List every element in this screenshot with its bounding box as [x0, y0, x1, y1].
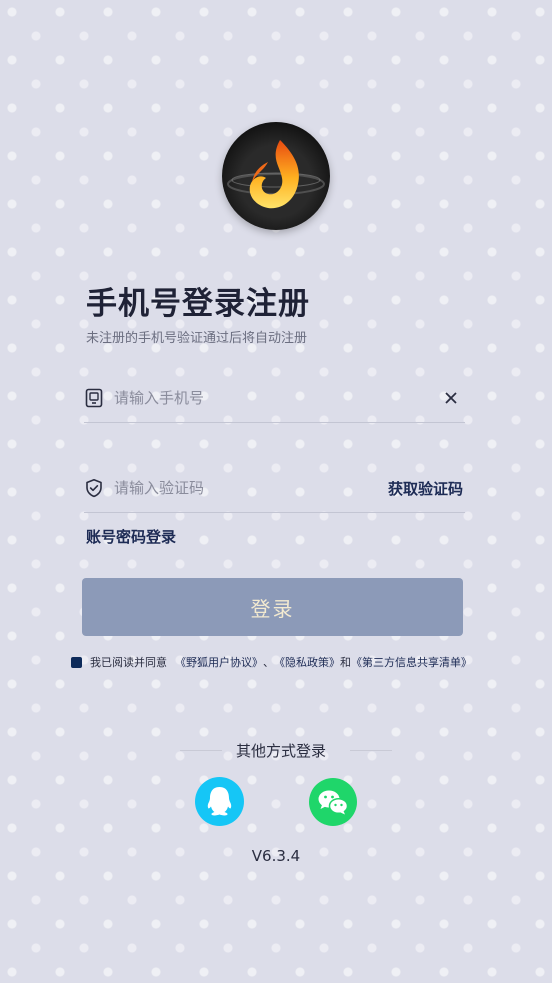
phone-input[interactable]	[112, 384, 416, 412]
privacy-policy-link[interactable]: 《隐私政策》	[274, 654, 340, 670]
agreement-and: 和	[340, 656, 351, 669]
other-login-label: 其他方式登录	[236, 742, 327, 760]
wechat-icon	[318, 790, 349, 815]
code-field-row: 获取验证码	[84, 462, 465, 513]
app-logo	[222, 122, 330, 230]
page-title: 手机号登录注册	[86, 286, 310, 322]
agreement-row: 我已阅读并同意 《野狐用户协议》 、 《隐私政策》 和 《第三方信息共享清单》	[71, 654, 472, 670]
phone-field-row	[84, 372, 465, 423]
get-code-button[interactable]: 获取验证码	[388, 478, 463, 499]
page-subtitle: 未注册的手机号验证通过后将自动注册	[86, 331, 308, 346]
verification-code-input[interactable]	[112, 474, 416, 502]
third-party-list-link[interactable]: 《第三方信息共享清单》	[351, 654, 472, 670]
agreement-separator: 、	[263, 656, 274, 669]
qq-icon	[207, 787, 232, 816]
wechat-login-button[interactable]	[309, 778, 357, 826]
divider-line-right	[350, 750, 392, 751]
qq-login-button[interactable]	[195, 777, 244, 826]
app-version: V6.3.4	[251, 847, 301, 865]
phone-icon	[85, 388, 103, 408]
other-login-divider: 其他方式登录	[180, 740, 392, 760]
login-button[interactable]: 登录	[82, 578, 463, 636]
user-agreement-link[interactable]: 《野狐用户协议》	[175, 654, 263, 670]
flame-logo-icon	[227, 140, 325, 209]
password-login-link[interactable]: 账号密码登录	[86, 526, 176, 547]
close-icon[interactable]	[443, 390, 459, 406]
agreement-prefix: 我已阅读并同意	[90, 656, 167, 669]
agreement-checkbox[interactable]	[71, 656, 82, 668]
shield-check-icon	[86, 479, 102, 498]
divider-line-left	[180, 750, 222, 751]
